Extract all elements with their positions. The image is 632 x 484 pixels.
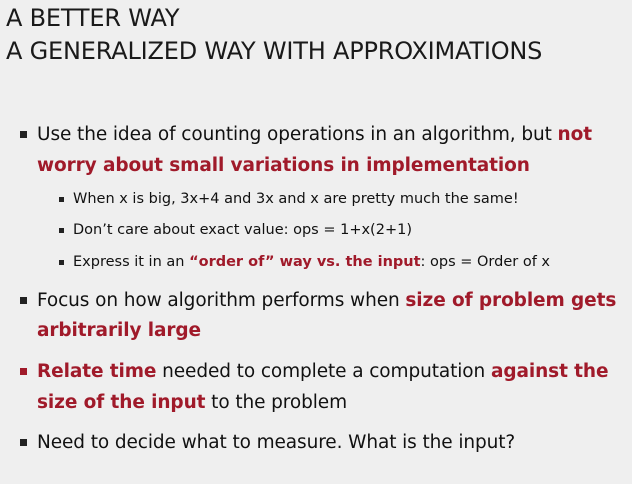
- bullet-4: Need to decide what to measure. What is …: [37, 432, 516, 453]
- sub-bullet-3-text: Express it in an: [73, 254, 190, 270]
- bullet-3-text: needed to complete a computation: [156, 361, 491, 382]
- bullet-3-line-1: Relate time needed to complete a computa…: [37, 358, 609, 386]
- sub-bullet-2: Don’t care about exact value: ops = 1+x(…: [73, 222, 412, 238]
- bullet-3-text-2: to the problem: [205, 392, 348, 413]
- bullet-list: Use the idea of counting operations in a…: [0, 0, 632, 484]
- sub-bullet-3-text-2: : ops = Order of x: [420, 254, 551, 270]
- bullet-1-text: Use the idea of counting operations in a…: [37, 124, 558, 145]
- sub-bullet-marker: [59, 197, 64, 202]
- bullet-1-line-1: Use the idea of counting operations in a…: [37, 121, 592, 149]
- bullet-marker: [20, 131, 27, 138]
- bullet-marker: [20, 439, 27, 446]
- sub-bullet-1: When x is big, 3x+4 and 3x and x are pre…: [73, 191, 519, 207]
- bullet-1-highlight-2: worry about small variations in implemen…: [37, 155, 530, 176]
- bullet-1-highlight: not: [557, 124, 593, 145]
- bullet-marker-red: [20, 368, 27, 375]
- bullet-3-highlight-3: size of the input: [37, 392, 206, 413]
- bullet-2-highlight: size of problem gets: [405, 290, 617, 311]
- bullet-3-line-2: size of the input to the problem: [37, 389, 347, 417]
- sub-bullet-marker: [59, 228, 64, 233]
- bullet-1-line-2: worry about small variations in implemen…: [37, 152, 530, 180]
- bullet-2-line-2: arbitrarily large: [37, 317, 201, 345]
- bullet-3-highlight-2: against the: [490, 361, 609, 382]
- slide: A BETTER WAY A GENERALIZED WAY WITH APPR…: [0, 0, 632, 484]
- sub-bullet-3: Express it in an “order of” way vs. the …: [73, 251, 550, 273]
- sub-bullet-marker: [59, 260, 64, 265]
- bullet-marker: [20, 297, 27, 304]
- bullet-2-highlight-2: arbitrarily large: [37, 320, 201, 341]
- bullet-2-text: Focus on how algorithm performs when: [37, 290, 406, 311]
- sub-bullet-3-highlight: “order of” way vs. the input: [189, 254, 421, 270]
- bullet-2-line-1: Focus on how algorithm performs when siz…: [37, 287, 616, 315]
- bullet-3-highlight: Relate time: [37, 361, 157, 382]
